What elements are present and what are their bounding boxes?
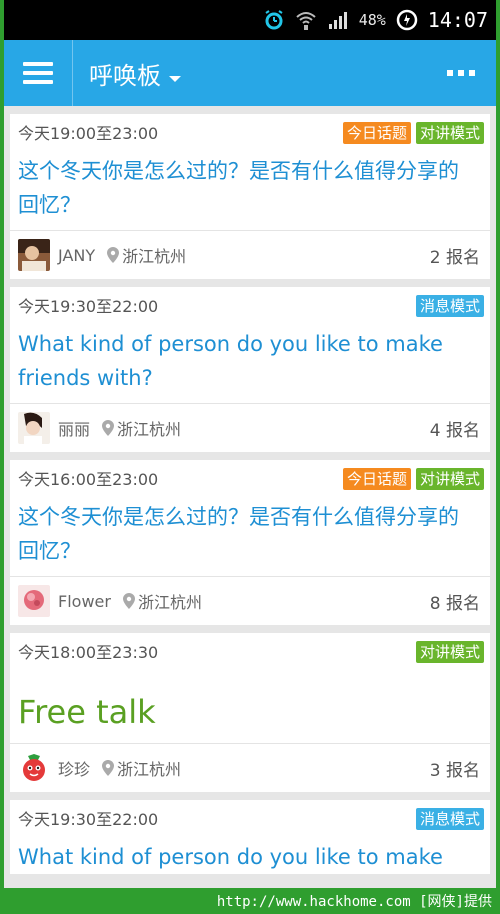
caret-down-icon — [169, 76, 181, 82]
username: Flower — [58, 591, 111, 611]
tag-badge: 消息模式 — [415, 808, 484, 830]
username: 珍珍 — [58, 760, 91, 779]
tag-badge: 对讲模式 — [415, 468, 484, 490]
username: 丽丽 — [58, 420, 91, 439]
tag-badge: 消息模式 — [415, 295, 484, 317]
avatar[interactable] — [18, 412, 50, 444]
username: JANY — [58, 245, 96, 265]
list-item[interactable]: 今天19:30至22:00 消息模式 What kind of person d… — [10, 800, 490, 874]
location-pin-icon — [102, 420, 115, 436]
location-pin-icon — [102, 760, 115, 776]
location: 浙江杭州 — [137, 593, 202, 612]
alarm-icon — [263, 9, 285, 31]
event-title: What kind of person do you like to make — [18, 845, 443, 869]
list-item[interactable]: 今天19:30至22:00 消息模式 What kind of person d… — [10, 287, 490, 452]
event-title: Free talk — [18, 693, 156, 731]
signup-count: 3 报名 — [429, 760, 480, 781]
location: 浙江杭州 — [117, 760, 182, 779]
signup-count: 2 报名 — [429, 247, 480, 268]
watermark-bar: http://www.hackhome.com [网侠]提供 — [0, 888, 500, 914]
event-time: 今天19:30至22:00 — [18, 810, 159, 829]
avatar[interactable] — [18, 239, 50, 271]
signup-count: 8 报名 — [429, 593, 480, 614]
app-bar: 呼唤板 — [4, 40, 496, 106]
location: 浙江杭州 — [122, 247, 187, 266]
battery-percent: 48% — [358, 11, 386, 29]
signup-count: 4 报名 — [429, 420, 480, 441]
more-button[interactable] — [426, 40, 496, 106]
page-title: 呼唤板 — [89, 61, 161, 90]
wifi-icon — [295, 9, 317, 31]
more-icon — [447, 70, 453, 76]
tag-badge: 今日话题 — [342, 122, 411, 144]
list-item[interactable]: 今天16:00至23:00 今日话题 对讲模式 这个冬天你是怎么过的？是否有什么… — [10, 460, 490, 625]
tag-badge: 对讲模式 — [415, 641, 484, 663]
watermark-text: http://www.hackhome.com [网侠]提供 — [216, 894, 492, 910]
event-time: 今天16:00至23:00 — [18, 470, 159, 489]
signal-icon — [327, 9, 349, 31]
avatar[interactable] — [18, 752, 50, 784]
clock: 14:07 — [427, 8, 488, 32]
tag-badge: 对讲模式 — [415, 122, 484, 144]
location-pin-icon — [107, 247, 120, 263]
location-pin-icon — [122, 593, 135, 609]
event-title: 这个冬天你是怎么过的？是否有什么值得分享的回忆？ — [18, 159, 459, 217]
battery-icon — [396, 9, 418, 31]
hamburger-icon — [23, 57, 53, 89]
menu-button[interactable] — [4, 40, 73, 106]
avatar[interactable] — [18, 585, 50, 617]
event-time: 今天19:00至23:00 — [18, 124, 159, 143]
location: 浙江杭州 — [117, 420, 182, 439]
list-item[interactable]: 今天19:00至23:00 今日话题 对讲模式 这个冬天你是怎么过的？是否有什么… — [10, 114, 490, 279]
event-list: 今天19:00至23:00 今日话题 对讲模式 这个冬天你是怎么过的？是否有什么… — [4, 114, 496, 882]
status-bar: 48% 14:07 — [4, 0, 496, 40]
event-title: 这个冬天你是怎么过的？是否有什么值得分享的回忆？ — [18, 505, 459, 563]
event-time: 今天19:30至22:00 — [18, 297, 159, 316]
event-title: What kind of person do you like to make … — [18, 332, 443, 390]
title-dropdown[interactable]: 呼唤板 — [73, 56, 426, 91]
tag-badge: 今日话题 — [342, 468, 411, 490]
event-time: 今天18:00至23:30 — [18, 643, 159, 662]
list-item[interactable]: 今天18:00至23:30 对讲模式 Free talk 珍珍 浙江杭州 3 报… — [10, 633, 490, 792]
phone-screen: 48% 14:07 呼唤板 今天19:00至23:00 今日话题 对讲模式 这个… — [0, 0, 500, 914]
